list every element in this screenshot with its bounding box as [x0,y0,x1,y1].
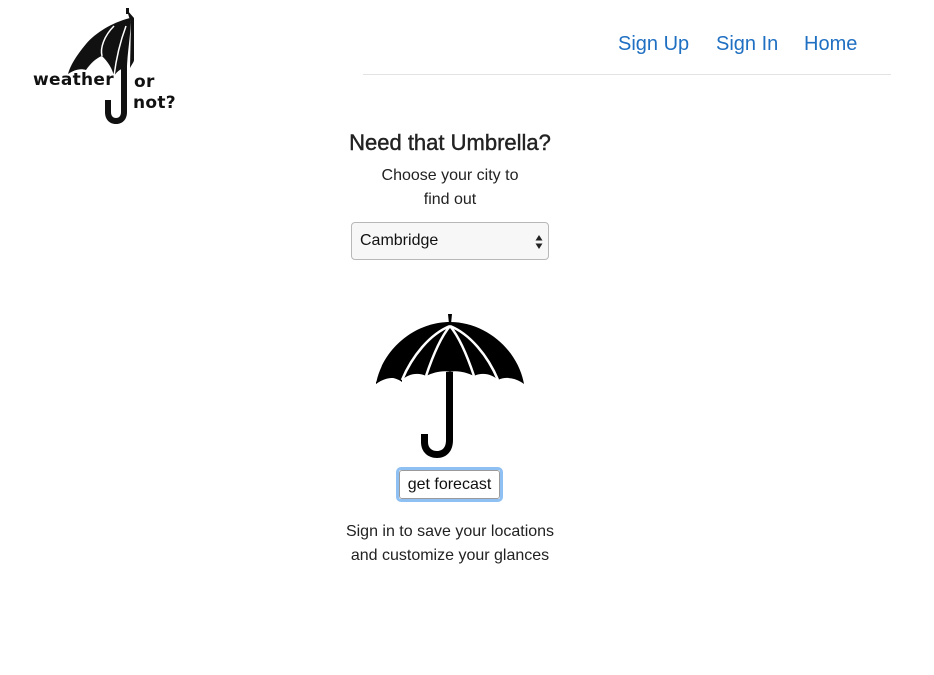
city-prompt: Choose your city to find out [370,164,530,212]
city-select-value: Cambridge [360,232,439,249]
city-prompt-line-2: find out [423,191,477,208]
page: weather or not? Sign Up Sign In Home Nee… [0,0,934,675]
get-forecast-button-label: get forecast [399,470,500,499]
top-nav: Sign Up Sign In Home [0,30,934,60]
select-arrows-icon [535,235,543,249]
logo-word-not: not? [133,93,176,113]
nav-divider [363,74,891,75]
nav-sign-up-link[interactable]: Sign Up [618,30,689,58]
city-select[interactable]: Cambridge [351,222,549,260]
sign-in-note-line-2: and customize your glances [350,547,550,564]
umbrella-icon [376,314,524,458]
nav-home-link[interactable]: Home [804,30,857,58]
city-prompt-line-1: Choose your city to [381,167,519,184]
site-logo[interactable]: weather or not? [30,8,190,130]
logo-word-or: or [134,72,155,92]
logo-word-weather: weather [33,70,114,90]
get-forecast-button[interactable]: get forecast [396,467,503,502]
main-panel: Need that Umbrella? Choose your city to … [300,128,600,260]
page-title: Need that Umbrella? [349,130,551,155]
sign-in-note: Sign in to save your locations and custo… [300,520,600,568]
nav-sign-in-link[interactable]: Sign In [716,30,778,58]
sign-in-note-line-1: Sign in to save your locations [345,523,555,540]
